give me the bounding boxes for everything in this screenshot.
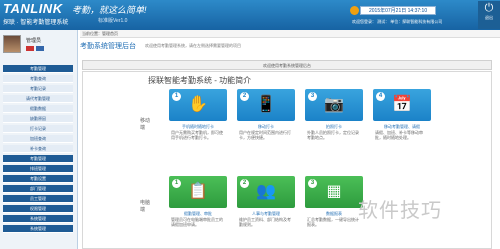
- app-logo: TANLINK: [3, 1, 63, 16]
- feature-illustration-icon: 📷: [324, 96, 344, 113]
- feature-card[interactable]: 2 📱: [237, 89, 295, 121]
- clock-icon: [350, 6, 359, 15]
- user-name: 管理员: [26, 38, 42, 44]
- feature-card-description: 维护员工资料、部门结构及考勤规则。: [239, 217, 291, 227]
- logout-button[interactable]: ⏻ 退出: [478, 1, 500, 29]
- feature-illustration-icon: 👥: [256, 183, 276, 200]
- card-number-badge: 3: [308, 179, 317, 188]
- section-label-mobile: 移动端: [140, 118, 151, 131]
- feature-card-description: 管理员可在电脑端审批员工的请假加班申请。: [171, 217, 223, 227]
- breadcrumb: 当前位置：管理首页: [80, 30, 500, 38]
- feature-card-description: 外勤人员拍照打卡，定位记录考勤地点。: [307, 130, 359, 140]
- datetime-display: 2015年07月21日 14:37:10: [360, 6, 436, 15]
- feature-card-description: 用户无需购买考勤机，即可使用手机进行考勤打卡。: [171, 130, 223, 140]
- sidebar-item[interactable]: 考勤记录: [3, 85, 73, 93]
- page-subtitle: 欢迎使用考勤管理系统，请在左侧选择需要管理的项目: [145, 43, 241, 48]
- sidebar-item[interactable]: 缺勤原因: [3, 115, 73, 123]
- feature-card-description: 请假、加班、补卡等移动审批，随时随地处理。: [375, 130, 423, 140]
- feature-card-description: 用户在规定时间范围内进行打卡，方便快捷。: [239, 130, 291, 140]
- feature-illustration-icon: 📋: [188, 183, 208, 200]
- system-name: 探联 · 智能考勤管理系统: [3, 20, 69, 26]
- feature-card[interactable]: 1 ✋: [169, 89, 227, 121]
- sidebar-item[interactable]: 部门管理: [3, 185, 73, 193]
- page-title: 考勤系统管理后台: [80, 43, 136, 50]
- version-label: 标准版Ver1.0: [98, 18, 128, 24]
- sidebar-item[interactable]: 补卡查询: [3, 145, 73, 153]
- sidebar-item[interactable]: 考勤管理: [3, 65, 73, 73]
- sidebar-item[interactable]: 考勤设置: [3, 175, 73, 183]
- app-slogan: 考勤，就这么简单!: [72, 5, 147, 15]
- sidebar: 管理员 考勤管理 考勤查询 考勤记录 请代考勤管理 假勤数据 缺勤原因 打卡记录 加班查询 补卡…: [0, 30, 78, 249]
- user-action-button[interactable]: [26, 46, 34, 51]
- feature-card-description: 汇总考勤数据，一键导出统计报表。: [307, 217, 359, 227]
- feature-card[interactable]: 3 📷: [305, 89, 363, 121]
- sidebar-item[interactable]: 考勤查询: [3, 75, 73, 83]
- top-header: TANLINK 考勤，就这么简单! 探联 · 智能考勤管理系统 标准版Ver1.…: [0, 0, 500, 30]
- panel-header: 欢迎使用考勤系统管理后台: [82, 60, 492, 70]
- sidebar-item[interactable]: 系统管理: [3, 225, 73, 233]
- sidebar-item[interactable]: 权限管理: [3, 205, 73, 213]
- feature-card[interactable]: 3 ▦: [305, 176, 363, 208]
- sidebar-item[interactable]: 系统管理: [3, 215, 73, 223]
- card-number-badge: 4: [376, 92, 385, 101]
- intro-title: 探联智能考勤系统 - 功能简介: [148, 76, 252, 85]
- sidebar-item[interactable]: 考勤管理: [3, 155, 73, 163]
- feature-card[interactable]: 1 📋: [169, 176, 227, 208]
- user-settings-button[interactable]: [36, 46, 44, 51]
- card-number-badge: 2: [240, 179, 249, 188]
- card-number-badge: 1: [172, 92, 181, 101]
- sidebar-item[interactable]: 排班管理: [3, 165, 73, 173]
- welcome-text: 欢迎您登录： 测试： 单位：探联智能科技有限公司: [352, 19, 443, 24]
- feature-illustration-icon: 📱: [256, 96, 276, 113]
- sidebar-item[interactable]: 加班查询: [3, 135, 73, 143]
- card-number-badge: 2: [240, 92, 249, 101]
- power-icon: ⏻: [484, 2, 494, 14]
- watermark: 软件技巧: [358, 200, 442, 222]
- card-number-badge: 3: [308, 92, 317, 101]
- logout-label: 退出: [485, 15, 493, 20]
- avatar: [3, 35, 21, 53]
- sidebar-item[interactable]: 打卡记录: [3, 125, 73, 133]
- feature-illustration-icon: ▦: [326, 183, 342, 200]
- sidebar-item[interactable]: 请代考勤管理: [3, 95, 73, 103]
- feature-illustration-icon: ✋: [188, 96, 208, 113]
- feature-illustration-icon: 📅: [392, 96, 412, 113]
- card-number-badge: 1: [172, 179, 181, 188]
- feature-card[interactable]: 2 👥: [237, 176, 295, 208]
- section-label-pc: 电脑端: [140, 200, 151, 213]
- feature-card[interactable]: 4 📅: [373, 89, 431, 121]
- sidebar-item[interactable]: 假勤数据: [3, 105, 73, 113]
- sidebar-item[interactable]: 员工管理: [3, 195, 73, 203]
